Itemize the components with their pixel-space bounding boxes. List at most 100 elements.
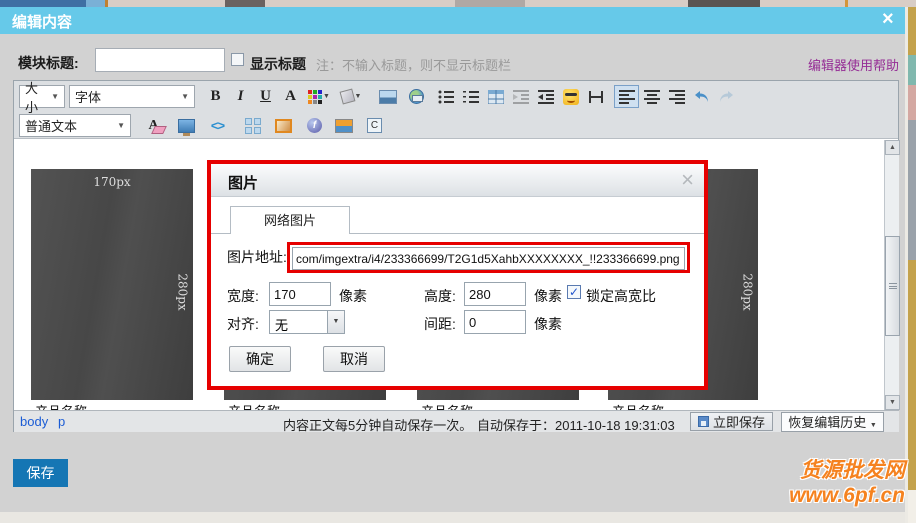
insert-flash-button[interactable]: f <box>302 114 327 137</box>
table-icon <box>488 90 504 104</box>
lock-ratio-label: 锁定高宽比 <box>586 286 656 306</box>
align-select[interactable]: 无 ▼ <box>269 310 345 334</box>
chevron-down-icon: ▼ <box>327 311 344 333</box>
background-divider <box>845 0 848 7</box>
ok-button[interactable]: 确定 <box>229 346 291 372</box>
background-photo-fragment <box>688 0 760 7</box>
underline-button[interactable]: U <box>253 85 278 108</box>
align-left-button[interactable] <box>614 85 639 108</box>
image-dialog: 图片 × 网络图片 图片地址: 宽度: 像素 高度: 像素 ✓ 锁定高宽比 对齐… <box>207 160 708 390</box>
special-char-icon: C <box>367 118 382 133</box>
width-label: 宽度: <box>227 286 259 306</box>
toolbar-row-2: 普通文本▼ A <> f C <box>14 112 898 139</box>
format-eraser-icon: A <box>148 118 158 134</box>
element-path-p[interactable]: p <box>58 414 65 429</box>
paragraph-format-label: 普通文本 <box>25 116 77 135</box>
scroll-up-icon[interactable]: ▲ <box>885 140 900 155</box>
paint-bucket-icon <box>339 89 355 105</box>
floppy-disk-icon <box>698 416 709 427</box>
font-color-button[interactable]: ▼ <box>303 85 335 108</box>
emoticon-button[interactable] <box>558 85 583 108</box>
scrollbar-grip <box>889 283 897 289</box>
fullscreen-button[interactable] <box>174 114 199 137</box>
show-title-label: 显示标题 <box>250 54 306 74</box>
undo-button[interactable] <box>689 85 714 108</box>
font-family-dropdown[interactable]: 字体▼ <box>69 85 195 108</box>
editor-statusbar: body p 内容正文每5分钟自动保存一次。 自动保存于：2011-10-18 … <box>14 410 899 432</box>
outdent-button[interactable] <box>508 85 533 108</box>
spacing-unit-label: 像素 <box>534 314 562 334</box>
align-right-button[interactable] <box>664 85 689 108</box>
numbered-list-button[interactable] <box>458 85 483 108</box>
toolbar-row-1: 大小▼ 字体▼ B I U A ▼ ▼ <box>14 81 898 112</box>
redo-button[interactable] <box>714 85 739 108</box>
gallery-icon <box>275 119 292 133</box>
align-selected-value: 无 <box>275 315 288 334</box>
background-page-top <box>0 0 916 7</box>
font-size-dropdown[interactable]: 大小▼ <box>19 85 65 108</box>
spacing-label: 间距: <box>424 314 456 334</box>
editor-toolbar: 大小▼ 字体▼ B I U A ▼ ▼ <box>14 81 898 139</box>
scrollbar-thumb[interactable] <box>885 236 900 336</box>
outdent-icon <box>513 90 529 104</box>
code-icon: <> <box>211 118 224 133</box>
insert-banner-button[interactable] <box>331 114 356 137</box>
tab-network-image[interactable]: 网络图片 <box>230 206 350 234</box>
cancel-button[interactable]: 取消 <box>323 346 385 372</box>
grid-icon <box>245 118 261 134</box>
background-page-right <box>905 7 916 523</box>
background-photo-fragment <box>455 0 525 7</box>
page-break-button[interactable] <box>583 85 608 108</box>
insert-image-button[interactable] <box>375 85 400 108</box>
redo-icon <box>718 89 735 104</box>
image-icon <box>379 90 397 104</box>
element-path-body[interactable]: body <box>20 414 48 429</box>
background-page-bottom <box>0 512 905 523</box>
editor-help-link[interactable]: 编辑器使用帮助 <box>808 55 899 74</box>
strikethrough-button[interactable]: A <box>278 85 303 108</box>
url-annotation-box <box>287 242 690 273</box>
height-input[interactable] <box>464 282 526 306</box>
scroll-down-icon[interactable]: ▼ <box>885 395 900 410</box>
spacing-input[interactable] <box>464 310 526 334</box>
modal-titlebar <box>0 7 905 34</box>
save-now-button[interactable]: 立即保存 <box>690 412 773 431</box>
chevron-down-icon: ▼ <box>323 93 330 100</box>
image-gallery-button[interactable] <box>271 114 296 137</box>
special-char-button[interactable]: C <box>362 114 387 137</box>
dialog-header[interactable]: 图片 × <box>211 164 704 197</box>
source-code-button[interactable]: <> <box>205 114 230 137</box>
lock-ratio-checkbox[interactable]: ✓ <box>567 285 581 299</box>
background-photo-fragment <box>225 0 265 7</box>
restore-history-label: 恢复编辑历史 <box>788 415 866 430</box>
indent-button[interactable] <box>533 85 558 108</box>
template-grid-button[interactable] <box>240 114 265 137</box>
module-title-input[interactable] <box>95 48 225 72</box>
save-button[interactable]: 保存 <box>13 459 68 487</box>
restore-history-dropdown[interactable]: 恢复编辑历史 ▼ <box>781 412 884 432</box>
flash-icon: f <box>307 118 322 133</box>
content-scrollbar[interactable]: ▲ ▼ <box>884 140 899 410</box>
highlight-color-button[interactable]: ▼ <box>335 85 367 108</box>
image-url-label: 图片地址: <box>227 247 287 267</box>
insert-table-button[interactable] <box>483 85 508 108</box>
remove-format-button[interactable]: A <box>141 114 166 137</box>
insert-link-button[interactable] <box>404 85 429 108</box>
background-photo-fragment <box>908 55 916 85</box>
chevron-down-icon: ▼ <box>176 92 189 101</box>
show-title-checkbox[interactable] <box>231 53 244 66</box>
close-icon[interactable]: × <box>882 8 894 31</box>
align-right-icon <box>669 90 685 104</box>
bold-button[interactable]: B <box>203 85 228 108</box>
paragraph-format-dropdown[interactable]: 普通文本▼ <box>19 114 131 137</box>
width-input[interactable] <box>269 282 331 306</box>
italic-button[interactable]: I <box>228 85 253 108</box>
undo-icon <box>693 89 710 104</box>
close-icon[interactable]: × <box>681 167 694 193</box>
align-center-button[interactable] <box>639 85 664 108</box>
image-url-input[interactable] <box>292 247 685 270</box>
image-height-label: 280px <box>175 273 189 310</box>
indent-icon <box>538 90 554 104</box>
bullet-list-button[interactable] <box>433 85 458 108</box>
modal-title: 编辑内容 <box>12 11 72 32</box>
